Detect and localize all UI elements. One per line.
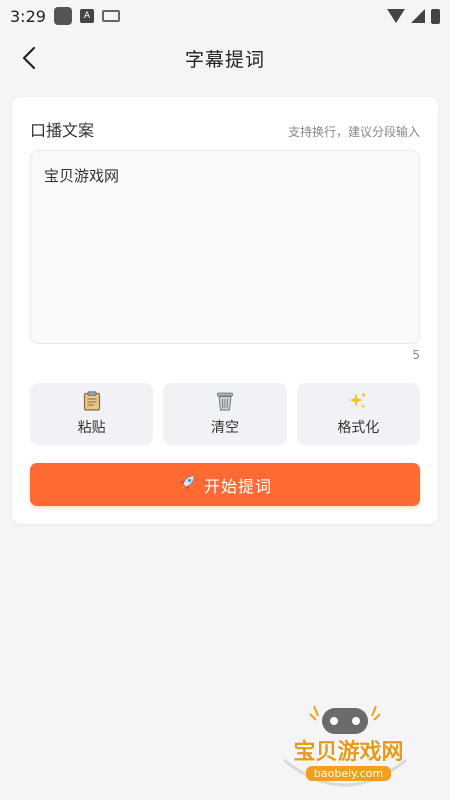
page-title: 字幕提词 [184, 48, 265, 71]
script-text-input[interactable]: 宝贝游戏网 [30, 150, 420, 344]
wifi-icon [387, 9, 405, 23]
status-bar: 3:29 A [0, 0, 450, 32]
a-notification-icon: A [79, 9, 94, 23]
clear-button[interactable]: 清空 [163, 383, 287, 445]
status-time: 3:29 [10, 6, 46, 26]
sparkles-icon [348, 391, 368, 411]
keyboard-icon [101, 10, 120, 22]
script-card: 口播文案 支持换行，建议分段输入 宝贝游戏网 5 粘贴 清空 格式化 开始提词 [12, 97, 438, 524]
action-row: 粘贴 清空 格式化 [30, 383, 420, 445]
card-header: 口播文案 支持换行，建议分段输入 [30, 117, 420, 141]
notification-icons: A [53, 7, 120, 25]
signal-icon [411, 9, 425, 23]
char-count: 5 [412, 348, 420, 362]
watermark-url: baobeiy.com [306, 766, 391, 781]
trash-icon [215, 391, 235, 411]
paste-button[interactable]: 粘贴 [30, 383, 154, 445]
paste-label: 粘贴 [77, 420, 106, 436]
watermark-text: 宝贝游戏网 [293, 740, 404, 765]
app-notification-icon [53, 7, 72, 25]
chevron-left-icon [22, 46, 36, 70]
start-prompter-button[interactable]: 开始提词 [30, 463, 420, 506]
card-title: 口播文案 [30, 121, 95, 140]
format-button[interactable]: 格式化 [296, 383, 420, 445]
back-button[interactable] [16, 44, 44, 72]
format-label: 格式化 [337, 420, 380, 436]
start-label: 开始提词 [203, 476, 272, 496]
system-icons [387, 8, 440, 24]
card-hint: 支持换行，建议分段输入 [287, 125, 420, 139]
clear-label: 清空 [210, 420, 239, 436]
header: 字幕提词 [0, 36, 450, 80]
watermark-logo: 宝贝游戏网 baobeiy.com [270, 700, 420, 795]
battery-icon [431, 8, 440, 24]
clipboard-icon [82, 391, 102, 411]
rocket-icon [178, 474, 196, 496]
